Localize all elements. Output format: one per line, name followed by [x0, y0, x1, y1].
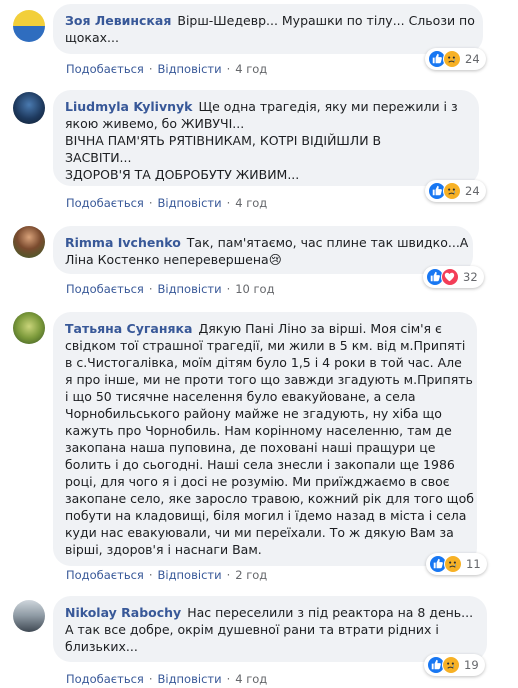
comment-actions: Подобається · Відповісти · 10 год [66, 282, 275, 296]
comment-line: закопана наша пуповина, де поховані наші… [65, 440, 436, 455]
comment-line: побути на кладовищі, біля могил і їдемо … [65, 508, 467, 523]
like-link[interactable]: Подобається [66, 282, 144, 296]
comment-line: кажуть про Чорнобиль. Нам корінному насе… [65, 423, 452, 438]
reaction-count: 19 [464, 658, 479, 672]
timestamp[interactable]: 4 год [235, 62, 267, 76]
comment-bubble: Татьяна Суганяка Дякую Пані Ліно за вірші… [53, 312, 477, 566]
comment-line: році, для чого я і досі не розумію. Ми п… [65, 474, 450, 489]
sad-icon [443, 182, 461, 200]
reactions-summary[interactable]: 24 [425, 48, 486, 70]
comment-line: близьких... [65, 639, 138, 654]
avatar[interactable] [13, 600, 45, 632]
reaction-count: 24 [465, 184, 480, 198]
reaction-count: 24 [465, 52, 480, 66]
comment-line: закопане село, яке заросло травою, кожни… [65, 491, 474, 506]
reactions-summary[interactable]: 32 [423, 266, 484, 288]
reply-link[interactable]: Відповісти [158, 568, 222, 582]
comment-actions: Подобається · Відповісти · 4 год [66, 196, 268, 210]
comment-line: щоках... [65, 30, 119, 45]
comment-line: ВІЧНА ПАМ'ЯТЬ РЯТІВНИКАМ, КОТРІ ВІДІЙШЛИ… [65, 133, 382, 148]
comment-bubble: Nikolay Rabochy Нас переселили з під реак… [53, 596, 487, 662]
reply-link[interactable]: Відповісти [158, 282, 222, 296]
comment-actions: Подобається · Відповісти · 4 год [66, 672, 268, 686]
like-link[interactable]: Подобається [66, 62, 144, 76]
comment-line: Rimma Ivchenko Так, пам'ятаємо, час плине… [65, 235, 469, 250]
like-link[interactable]: Подобається [66, 568, 144, 582]
comment-line: в с.Чистогалівка, моїм дітям було 1,5 і … [65, 355, 462, 370]
timestamp[interactable]: 4 год [235, 672, 267, 686]
sad-icon [443, 50, 461, 68]
timestamp[interactable]: 10 год [235, 282, 274, 296]
comment-line: Nikolay Rabochy Нас переселили з під реак… [65, 605, 474, 620]
avatar[interactable] [13, 92, 45, 124]
comment-line: якою живемо, бо ЖИВУЧІ... [65, 116, 245, 131]
comment-line: вірші, здоров'я і наснаги Вам. [65, 542, 262, 557]
reply-link[interactable]: Відповісти [158, 196, 222, 210]
author-name[interactable]: Зоя Левинская [65, 13, 171, 28]
comment-actions: Подобається · Відповісти · 4 год [66, 62, 268, 76]
author-name[interactable]: Nikolay Rabochy [65, 605, 181, 620]
avatar[interactable] [13, 312, 45, 344]
author-name[interactable]: Liudmyla Kylivnyk [65, 99, 192, 114]
like-link[interactable]: Подобається [66, 672, 144, 686]
sad-icon [442, 656, 460, 674]
comment-line: Зоя Левинская Вірш-Шедевр... Мурашки по т… [65, 13, 475, 28]
reply-link[interactable]: Відповісти [158, 672, 222, 686]
avatar[interactable] [13, 10, 45, 42]
love-icon [441, 268, 459, 286]
reactions-summary[interactable]: 11 [426, 553, 487, 575]
comment-bubble: Liudmyla Kylivnyk Ще одна трагедія, яку м… [53, 90, 479, 186]
reply-link[interactable]: Відповісти [158, 62, 222, 76]
reaction-count: 11 [466, 557, 481, 571]
comment-line: я про інше, ми не проти того що завжди з… [65, 372, 473, 387]
comment-line: ЗДОРОВ'Я ТА ДОБРОБУТУ ЖИВИМ... [65, 167, 300, 182]
timestamp[interactable]: 2 год [235, 568, 267, 582]
comment-line: Liudmyla Kylivnyk Ще одна трагедія, яку м… [65, 99, 458, 114]
like-link[interactable]: Подобається [66, 196, 144, 210]
comment-actions: Подобається · Відповісти · 2 год [66, 568, 268, 582]
reactions-summary[interactable]: 24 [425, 180, 486, 202]
comment-line: і що 50 тисячне населення було евакуйова… [65, 389, 416, 404]
timestamp[interactable]: 4 год [235, 196, 267, 210]
author-name[interactable]: Татьяна Суганяка [65, 321, 192, 336]
comment-line: куди нас евакуювали, чи ми переїхали. То… [65, 525, 454, 540]
comment-line: свідком тої страшної трагедії, ми жили в… [65, 338, 466, 353]
comment-line: Ліна Костенко неперевершена😢 [65, 252, 282, 267]
sad-icon [444, 555, 462, 573]
comment-line: Татьяна Суганяка Дякую Пані Ліно за вірші… [65, 321, 442, 336]
comment-line: ЗАСВІТИ... [65, 150, 132, 165]
comment-bubble: Зоя Левинская Вірш-Шедевр... Мурашки по т… [53, 4, 483, 54]
reaction-count: 32 [463, 270, 478, 284]
author-name[interactable]: Rimma Ivchenko [65, 235, 181, 250]
avatar[interactable] [13, 226, 45, 258]
comment-bubble: Rimma Ivchenko Так, пам'ятаємо, час плине… [53, 226, 473, 274]
comment-line: А так все добре, окрім душевної рани та … [65, 622, 439, 637]
comment-line: Чорнобильського району майже не згадують… [65, 406, 442, 421]
comment-line: болить і до сьогодні. Наші села знесли і… [65, 457, 455, 472]
reactions-summary[interactable]: 19 [424, 654, 485, 676]
